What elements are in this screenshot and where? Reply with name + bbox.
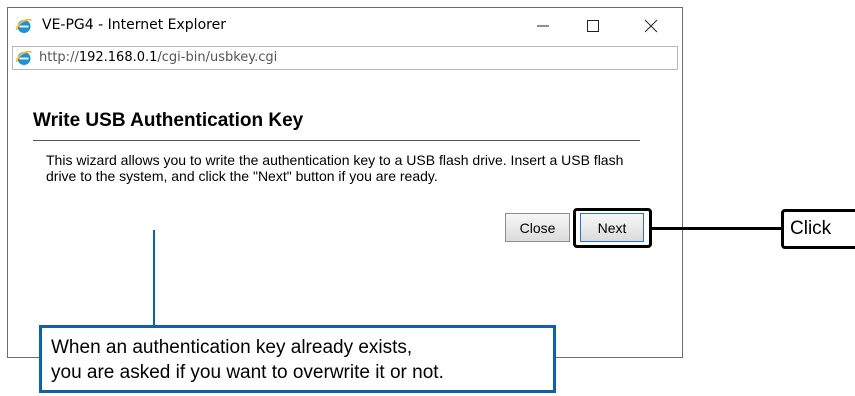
note-callout: When an authentication key already exist…	[39, 325, 556, 393]
title-bar[interactable]: VE-PG4 - Internet Explorer	[8, 8, 682, 44]
close-button[interactable]: Close	[505, 213, 570, 242]
minimize-icon	[537, 25, 549, 27]
url-prefix: http://	[39, 50, 79, 65]
address-bar[interactable]: http://192.168.0.1/cgi-bin/usbkey.cgi	[12, 46, 678, 70]
minimize-button[interactable]	[520, 8, 566, 44]
wizard-description: This wizard allows you to write the auth…	[46, 152, 624, 184]
next-button-highlight	[573, 208, 652, 248]
close-window-button[interactable]	[628, 8, 674, 44]
url-text[interactable]: http://192.168.0.1/cgi-bin/usbkey.cgi	[39, 50, 277, 65]
note-line-2: you are asked if you want to overwrite i…	[51, 362, 444, 383]
internet-explorer-icon	[15, 50, 33, 65]
internet-explorer-icon	[15, 18, 33, 33]
maximize-icon	[587, 20, 599, 32]
click-leader-line	[652, 227, 782, 230]
click-callout: Click	[781, 209, 855, 249]
maximize-button[interactable]	[570, 8, 616, 44]
close-icon	[644, 19, 658, 33]
note-leader-line	[153, 230, 155, 326]
page-title: Write USB Authentication Key	[33, 110, 304, 131]
url-path: /cgi-bin/usbkey.cgi	[157, 50, 278, 65]
note-line-1: When an authentication key already exist…	[51, 337, 413, 358]
window-title: VE-PG4 - Internet Explorer	[42, 17, 226, 33]
title-divider	[33, 140, 640, 141]
click-callout-text: Click	[790, 218, 832, 239]
url-host: 192.168.0.1	[78, 50, 158, 65]
